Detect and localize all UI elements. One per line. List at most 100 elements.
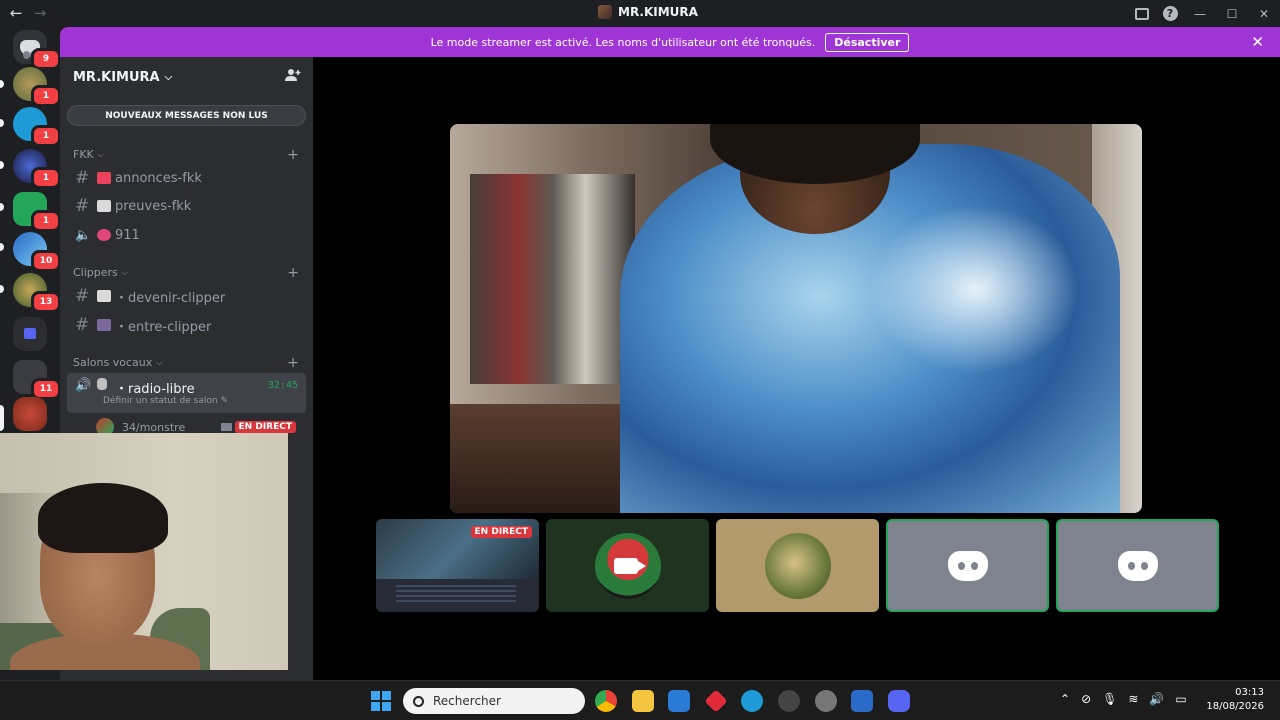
focused-video[interactable]	[450, 124, 1142, 513]
microphone-icon[interactable]: 🎙	[1102, 692, 1117, 706]
unread-indicator	[0, 203, 4, 211]
channel-label: preuves-fkk	[115, 198, 192, 214]
forward-arrow-icon[interactable]: →	[32, 4, 48, 22]
inbox-button[interactable]	[1128, 0, 1156, 27]
streamer-mode-banner: Le mode streamer est activé. Les noms d'…	[60, 27, 1280, 57]
siren-emoji-icon	[97, 172, 111, 184]
taskbar-search[interactable]: Rechercher	[403, 688, 585, 714]
help-app-icon[interactable]	[741, 690, 763, 712]
channel-label: ・devenir-clipper	[115, 290, 226, 306]
discord-home-button[interactable]: 9	[13, 30, 61, 70]
channel-entre-clipper[interactable]: # ・entre-clipper	[67, 312, 306, 338]
server-icon-1[interactable]: 1	[13, 67, 61, 107]
settings-gear-icon[interactable]	[815, 690, 837, 712]
unread-indicator	[0, 285, 4, 293]
mention-badge: 1	[31, 125, 61, 147]
voice-timer: 32:45	[267, 380, 298, 391]
voice-channel-icon: 🔈	[75, 227, 92, 243]
chevron-up-icon[interactable]: ⌃	[1060, 692, 1070, 706]
mention-badge: 1	[31, 85, 61, 107]
network-off-icon[interactable]: ⊘	[1081, 692, 1091, 706]
set-status-label: Définir un statut de salon	[103, 396, 218, 406]
channel-911[interactable]: 🔈 911	[67, 222, 306, 248]
category-label: Clippers	[73, 266, 118, 279]
stream-preview-lines	[396, 585, 516, 603]
participant-tile-speaking[interactable]	[886, 519, 1049, 612]
live-badge: EN DIRECT	[234, 421, 296, 433]
close-button[interactable]: ✕	[1248, 0, 1280, 27]
server-header[interactable]: MR.KIMURA ⌵	[60, 57, 313, 97]
memo-emoji-icon	[97, 290, 111, 302]
vscode-icon[interactable]	[851, 690, 873, 712]
clock[interactable]: 03:13 18/08/2026	[1206, 686, 1264, 714]
chevron-down-icon: ⌵	[164, 71, 173, 83]
server-name: MR.KIMURA	[73, 69, 160, 85]
microsoft-store-icon[interactable]	[668, 690, 690, 712]
unread-indicator	[0, 243, 4, 251]
invite-user-icon[interactable]	[285, 68, 301, 86]
microphone-emoji-icon	[97, 378, 107, 390]
search-placeholder: Rechercher	[433, 694, 501, 708]
server-icon-7[interactable]: 11	[13, 360, 61, 400]
avatar	[764, 532, 831, 599]
battery-icon[interactable]: ▭	[1175, 692, 1186, 706]
channel-annonces-fkk[interactable]: # annonces-fkk	[67, 165, 306, 191]
voice-user-name: 34/monstre	[122, 420, 186, 434]
text-channel-icon: #	[75, 286, 90, 306]
obs-icon[interactable]	[778, 690, 800, 712]
selected-indicator	[0, 405, 4, 431]
participant-tile-camera[interactable]	[546, 519, 709, 612]
server-icon-4[interactable]: 1	[13, 192, 61, 232]
chrome-icon[interactable]	[595, 690, 617, 712]
category-label: FKK	[73, 148, 94, 161]
mention-badge: 13	[31, 291, 61, 313]
inbox-icon	[1135, 7, 1149, 20]
voice-channel-radio-libre[interactable]: 🔊 ・radio-libre 32:45 Définir un statut d…	[67, 373, 306, 413]
channel-preuves-fkk[interactable]: # preuves-fkk	[67, 193, 306, 219]
server-icon-2[interactable]: 1	[13, 107, 61, 147]
unread-messages-button[interactable]: NOUVEAUX MESSAGES NON LUS	[67, 105, 306, 126]
back-arrow-icon[interactable]: ←	[8, 4, 24, 22]
server-icon-5[interactable]: 10	[13, 232, 61, 272]
channel-label: annonces-fkk	[115, 170, 202, 186]
add-channel-icon[interactable]: +	[287, 147, 299, 163]
text-channel-icon: #	[75, 315, 90, 335]
system-tray: ⌃ ⊘ 🎙 ≋ 🔊 ▭	[1060, 692, 1187, 706]
unread-indicator	[0, 161, 4, 169]
app-diamond-icon[interactable]	[704, 689, 728, 713]
wifi-icon[interactable]: ≋	[1128, 692, 1138, 706]
server-icon-3[interactable]: 1	[13, 149, 61, 189]
add-channel-icon[interactable]: +	[287, 355, 299, 371]
category-voice[interactable]: Salons vocaux ⌵ +	[73, 355, 299, 371]
mention-badge: 1	[31, 210, 61, 232]
shirt-highlight	[870, 204, 1080, 374]
folder-icon	[24, 328, 36, 339]
maximize-button[interactable]: ☐	[1216, 0, 1248, 27]
discord-taskbar-icon[interactable]	[888, 690, 910, 712]
banner-close-icon[interactable]: ✕	[1251, 33, 1264, 51]
server-icon-active[interactable]	[13, 397, 47, 431]
file-explorer-icon[interactable]	[632, 690, 654, 712]
window-title: MR.KIMURA	[598, 5, 698, 19]
memo-emoji-icon	[97, 200, 111, 212]
participant-tile-avatar[interactable]	[716, 519, 879, 612]
server-icon-6[interactable]: 13	[13, 273, 61, 313]
volume-icon[interactable]: 🔊	[1149, 692, 1164, 706]
disable-streamer-button[interactable]: Désactiver	[825, 32, 910, 52]
webcam-overlay	[0, 433, 288, 670]
windows-start-icon[interactable]	[371, 691, 391, 711]
participant-tile-stream[interactable]: EN DIRECT	[376, 519, 539, 612]
unread-indicator	[0, 119, 4, 127]
minimize-button[interactable]: —	[1184, 0, 1216, 27]
category-clippers[interactable]: Clippers ⌵ +	[73, 265, 299, 281]
category-fkk[interactable]: FKK ⌵ +	[73, 147, 299, 163]
participant-tile-speaking[interactable]	[1056, 519, 1219, 612]
help-icon: ?	[1162, 6, 1178, 21]
add-channel-icon[interactable]: +	[287, 265, 299, 281]
channel-label: ・entre-clipper	[115, 319, 212, 335]
set-channel-status[interactable]: Définir un statut de salon ✎	[103, 396, 228, 406]
server-folder[interactable]	[13, 317, 47, 351]
help-button[interactable]: ?	[1156, 0, 1184, 27]
clothes-rack	[470, 174, 635, 384]
channel-devenir-clipper[interactable]: # ・devenir-clipper	[67, 283, 306, 309]
